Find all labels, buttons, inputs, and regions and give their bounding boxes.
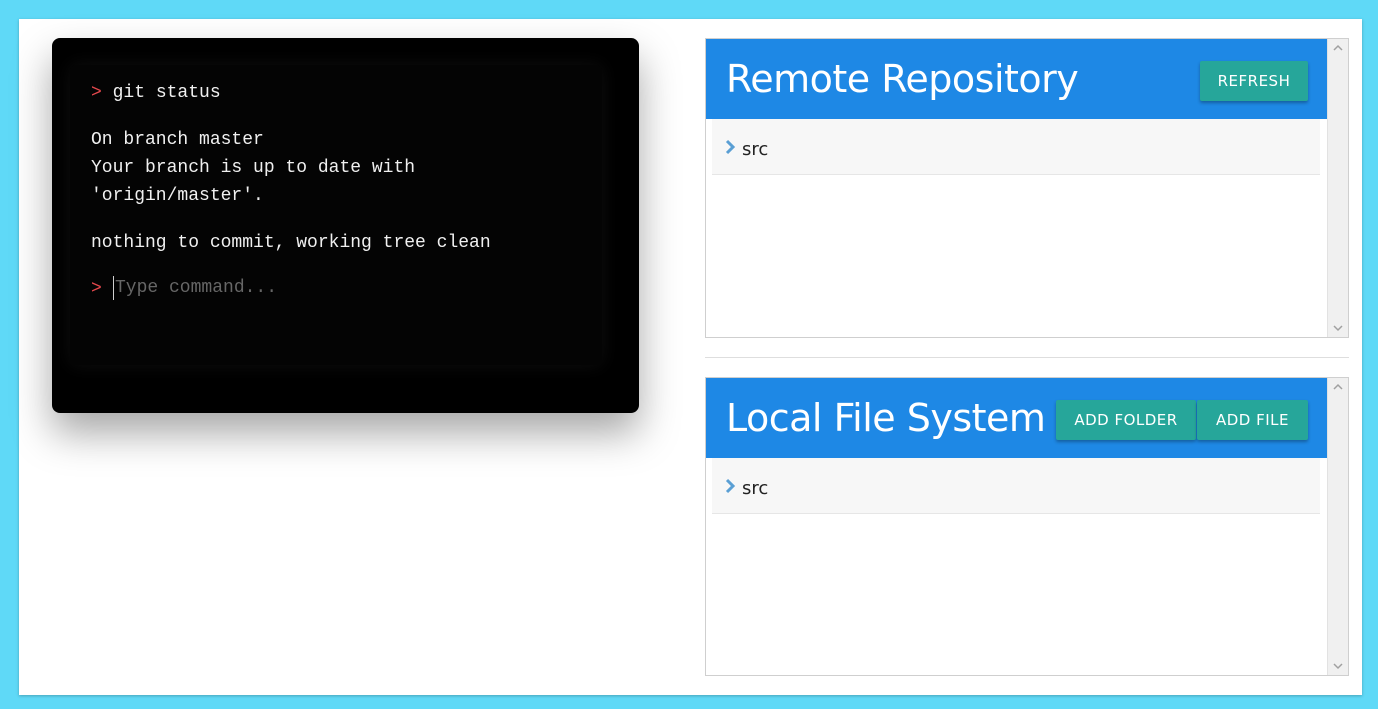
refresh-button[interactable]: REFRESH xyxy=(1200,61,1308,101)
tree-item-src[interactable]: src xyxy=(712,458,1320,514)
remote-panel-header: Remote Repository REFRESH xyxy=(706,39,1327,119)
local-file-system-panel: Local File System ADD FOLDER ADD FILE sr… xyxy=(705,377,1349,676)
prompt-symbol: > xyxy=(91,83,102,103)
scroll-down-icon[interactable] xyxy=(1333,323,1343,333)
vertical-scrollbar[interactable] xyxy=(1327,39,1348,337)
vertical-scrollbar[interactable] xyxy=(1327,378,1348,675)
tree-item-src[interactable]: src xyxy=(712,119,1320,175)
terminal-output-line: On branch master xyxy=(91,130,264,150)
tree-item-label: src xyxy=(742,478,769,499)
main-card: > git status On branch master Your branc… xyxy=(19,19,1362,695)
scroll-down-icon[interactable] xyxy=(1333,661,1343,671)
scroll-up-icon[interactable] xyxy=(1333,382,1343,392)
terminal-command-line: > git status xyxy=(91,83,221,103)
command-text: git status xyxy=(112,83,221,103)
chevron-right-icon[interactable] xyxy=(722,139,738,155)
terminal-window: > git status On branch master Your branc… xyxy=(52,38,639,413)
panel-divider xyxy=(705,357,1349,358)
local-panel-header: Local File System ADD FOLDER ADD FILE xyxy=(706,378,1327,458)
terminal-output-line: Your branch is up to date with xyxy=(91,158,416,178)
terminal-screen: > git status On branch master Your branc… xyxy=(70,65,602,365)
remote-panel-title: Remote Repository xyxy=(726,57,1079,101)
add-folder-button[interactable]: ADD FOLDER xyxy=(1056,400,1196,440)
tree-item-label: src xyxy=(742,139,769,160)
remote-repository-panel: Remote Repository REFRESH src xyxy=(705,38,1349,338)
add-file-button[interactable]: ADD FILE xyxy=(1197,400,1308,440)
input-prompt-symbol: > xyxy=(91,279,102,299)
chevron-right-icon[interactable] xyxy=(722,478,738,494)
local-panel-title: Local File System xyxy=(726,396,1046,440)
command-input[interactable] xyxy=(113,276,515,300)
terminal-output-line: 'origin/master'. xyxy=(91,186,264,206)
scroll-up-icon[interactable] xyxy=(1333,43,1343,53)
terminal-output-line: nothing to commit, working tree clean xyxy=(91,233,491,253)
